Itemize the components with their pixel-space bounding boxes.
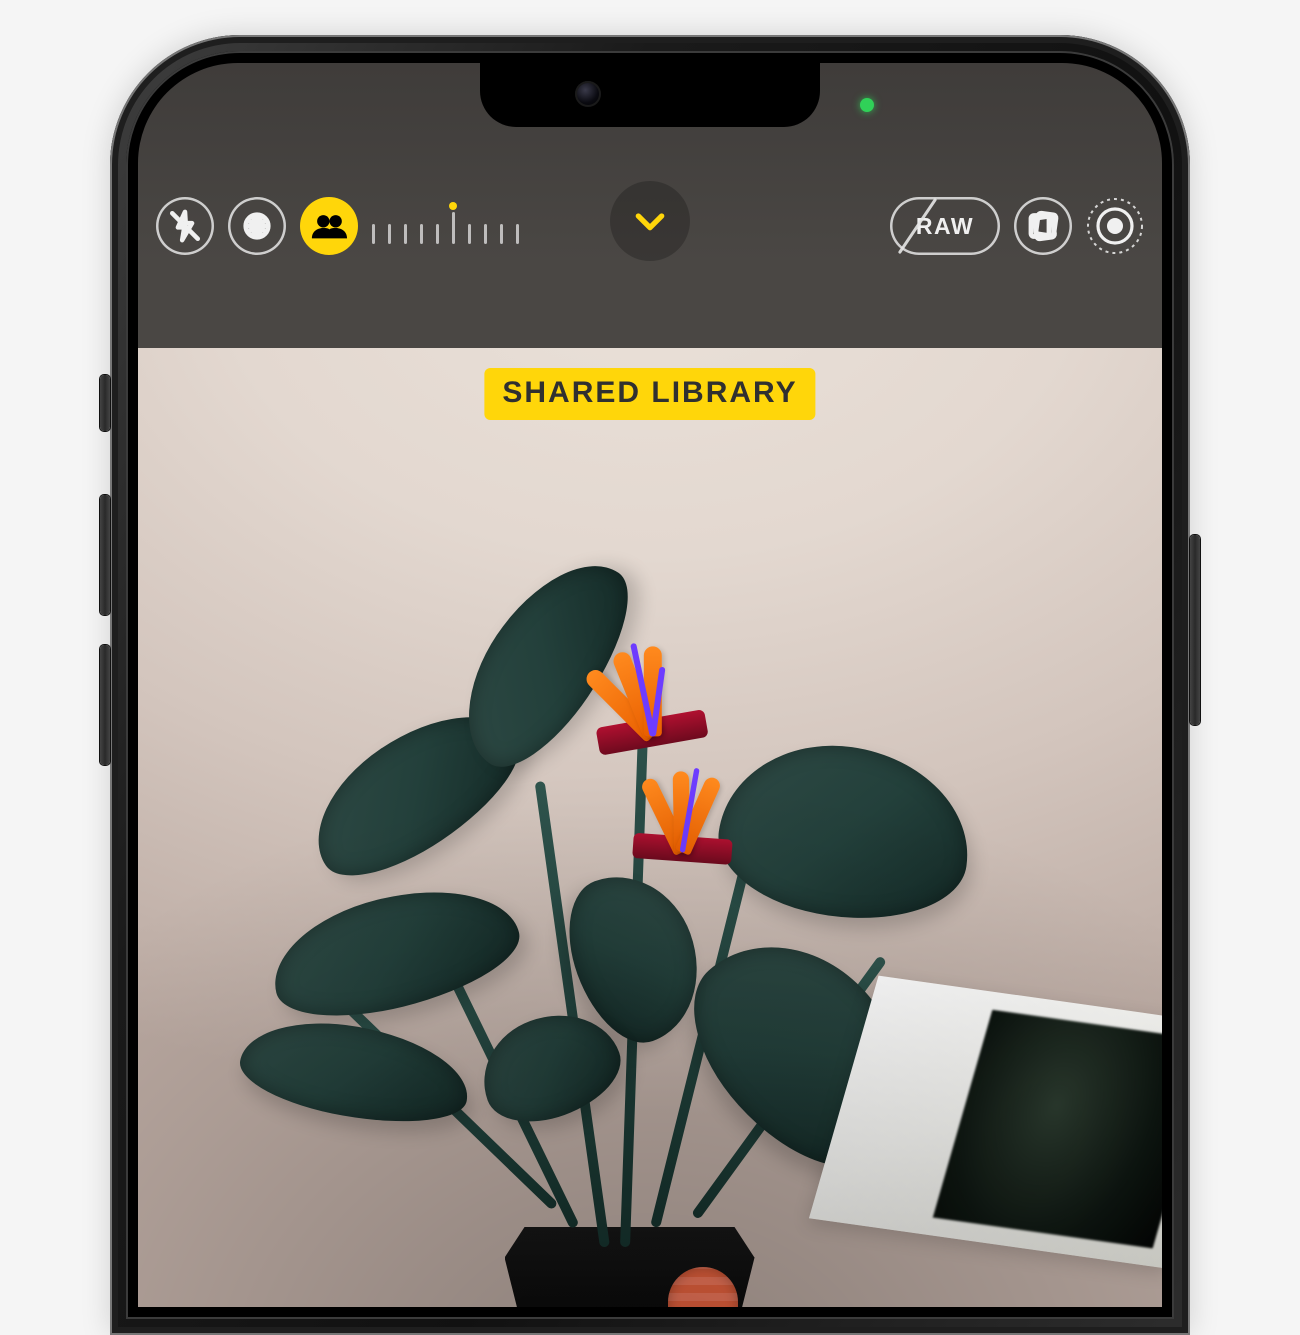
chevron-down-icon [630, 201, 670, 241]
flash-toggle[interactable] [156, 197, 214, 255]
shared-library-toggle[interactable] [300, 197, 358, 255]
display-notch [480, 63, 820, 127]
photographic-styles-icon [1025, 208, 1061, 244]
volume-up-button[interactable] [100, 495, 110, 615]
shared-library-icon [310, 211, 348, 241]
night-mode-toggle[interactable] [228, 197, 286, 255]
mute-switch[interactable] [100, 375, 110, 431]
iphone-device-frame: RAW [110, 35, 1190, 1335]
exposure-scale[interactable] [372, 206, 532, 246]
camera-viewfinder[interactable]: SHARED LIBRARY [138, 348, 1162, 1307]
flash-off-icon [168, 209, 202, 243]
raw-disabled-slash [890, 197, 1000, 255]
screen: RAW [138, 63, 1162, 1307]
photographic-styles-button[interactable] [1014, 197, 1072, 255]
live-photo-icon [1086, 197, 1144, 255]
expand-controls-button[interactable] [610, 181, 690, 261]
night-mode-icon [240, 209, 274, 243]
shared-library-badge: SHARED LIBRARY [484, 368, 815, 420]
volume-down-button[interactable] [100, 645, 110, 765]
side-button[interactable] [1190, 535, 1200, 725]
raw-toggle[interactable]: RAW [890, 197, 1000, 255]
live-photo-toggle[interactable] [1086, 197, 1144, 255]
front-camera-lens [575, 81, 601, 107]
camera-in-use-indicator [860, 98, 874, 112]
